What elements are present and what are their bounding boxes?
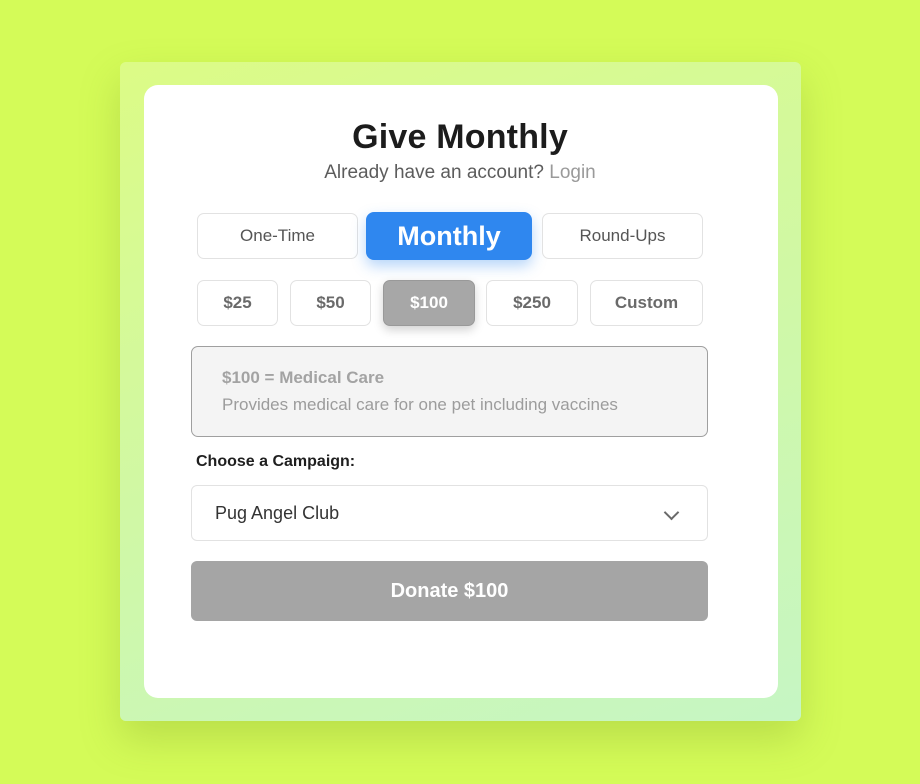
amount-50-button[interactable]: $50	[290, 280, 371, 326]
amount-custom-button[interactable]: Custom	[590, 280, 703, 326]
login-link[interactable]: Login	[549, 162, 596, 183]
tab-one-time[interactable]: One-Time	[197, 213, 358, 259]
tab-monthly[interactable]: Monthly	[366, 212, 532, 260]
amount-250-button[interactable]: $250	[486, 280, 578, 326]
amount-25-button[interactable]: $25	[197, 280, 278, 326]
account-prompt-row: Already have an account? Login	[0, 162, 920, 184]
campaign-selected-value: Pug Angel Club	[215, 502, 340, 523]
chevron-down-icon	[663, 504, 680, 521]
account-prompt-text: Already have an account?	[324, 162, 544, 183]
campaign-select[interactable]: Pug Angel Club	[191, 485, 708, 541]
campaign-label: Choose a Campaign:	[196, 453, 356, 470]
donate-button[interactable]: Donate $100	[191, 561, 708, 621]
impact-description: Provides medical care for one pet includ…	[222, 395, 618, 414]
impact-info-box: $100 = Medical Care Provides medical car…	[191, 346, 708, 437]
tab-round-ups[interactable]: Round-Ups	[542, 213, 703, 259]
impact-title: $100 = Medical Care	[222, 368, 385, 387]
amount-100-button[interactable]: $100	[383, 280, 475, 326]
page-title: Give Monthly	[352, 118, 568, 156]
